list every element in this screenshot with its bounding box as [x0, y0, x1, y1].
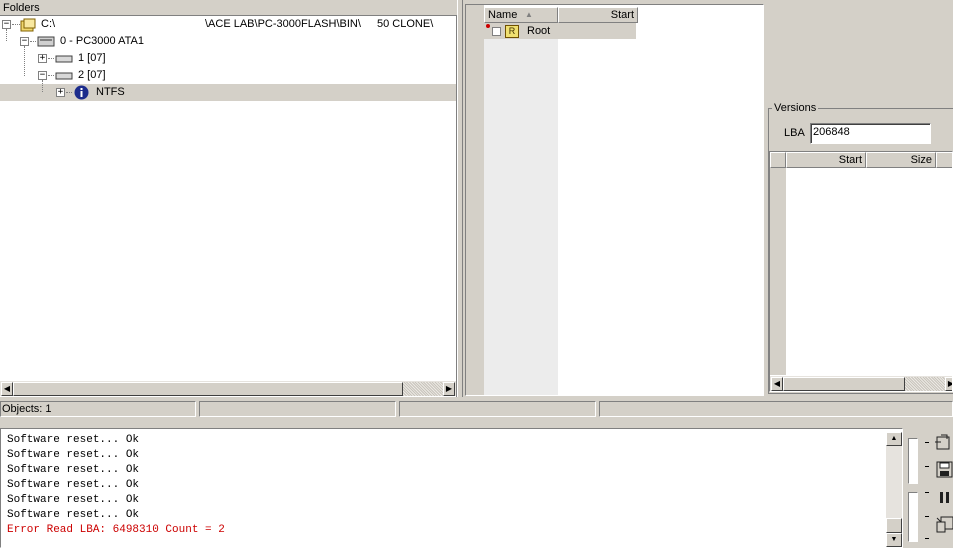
tree-item-drive-c[interactable]: − C:\ \ACE LAB\PC-3000FLASH\BIN\ 50 CLON… [0, 16, 456, 33]
root-badge-icon: R [505, 25, 519, 38]
tree-item-path-end: 50 CLONE\ [377, 18, 434, 30]
map-icon[interactable] [935, 514, 953, 534]
file-name: Root [527, 25, 551, 37]
scroll-left-icon[interactable]: ◀ [771, 377, 783, 391]
folders-header: Folders [0, 0, 457, 16]
tree-item-label: NTFS [96, 86, 125, 98]
log-panel[interactable]: Software reset... Ok Software reset... O… [0, 428, 903, 548]
log-line: Software reset... Ok [7, 494, 140, 506]
collapse-icon[interactable]: − [38, 71, 47, 80]
tree-item-pc3000-ata1[interactable]: − 0 - PC3000 ATA1 [0, 29, 456, 50]
versions-title: Versions [772, 102, 819, 114]
tree-item-partition-2[interactable]: − 2 [07] [0, 67, 456, 84]
scroll-thumb[interactable] [13, 382, 403, 396]
folders-hscrollbar[interactable]: ◀ ▶ [0, 380, 456, 396]
slider-upper[interactable] [908, 438, 918, 484]
scroll-thumb[interactable] [886, 518, 902, 533]
log-line: Software reset... Ok [7, 434, 140, 446]
collapse-icon[interactable]: − [2, 20, 11, 29]
row-checkbox[interactable] [492, 27, 501, 36]
lba-label: LBA [784, 127, 805, 139]
info-icon [74, 85, 89, 100]
folders-panel: Folders − C:\ \ACE LAB\PC-3000FLASH\BIN\… [0, 0, 457, 397]
status-bar: Objects: 1 [0, 400, 953, 418]
log-line: Software reset... Ok [7, 464, 140, 476]
versions-list[interactable]: Start Size ◀ ▶ [769, 151, 953, 392]
pause-icon[interactable] [935, 488, 953, 508]
column-start[interactable]: Start [786, 152, 866, 168]
collapse-icon[interactable]: − [20, 37, 29, 46]
sort-asc-icon: ▲ [525, 10, 533, 19]
tree-item-label: 0 - PC3000 ATA1 [60, 35, 144, 47]
hdd-icon [37, 36, 55, 47]
versions-group: Versions LBA 206848 Start Size ◀ ▶ [766, 102, 953, 394]
column-name[interactable]: Name ▲ [484, 7, 558, 23]
files-panel: Name ▲ Start R Root [465, 4, 764, 396]
expand-icon[interactable]: + [56, 88, 65, 97]
log-line: Software reset... Ok [7, 479, 140, 491]
log-error-line: Error Read LBA: 6498310 Count = 2 [7, 524, 225, 536]
scroll-down-icon[interactable]: ▼ [886, 533, 902, 547]
partition-icon [55, 55, 73, 63]
log-vscrollbar[interactable]: ▲ ▼ [886, 432, 902, 547]
log-line: Software reset... Ok [7, 449, 140, 461]
scroll-left-icon[interactable]: ◀ [1, 382, 13, 396]
tree-item-label: 2 [07] [78, 69, 106, 81]
tree-item-label: 1 [07] [78, 52, 106, 64]
status-cell-3 [399, 401, 596, 417]
scroll-thumb[interactable] [783, 377, 905, 391]
log-line: Software reset... Ok [7, 509, 140, 521]
column-size[interactable]: Size [866, 152, 936, 168]
status-cell-2 [199, 401, 396, 417]
status-objects: Objects: 1 [0, 401, 196, 417]
lba-input[interactable]: 206848 [810, 123, 931, 144]
file-row-root[interactable]: R Root [484, 23, 636, 39]
scroll-right-icon[interactable]: ▶ [945, 377, 952, 391]
panel-splitter[interactable] [457, 0, 463, 397]
scroll-up-icon[interactable]: ▲ [886, 432, 902, 446]
log-tools [903, 428, 953, 548]
tree-item-path: \ACE LAB\PC-3000FLASH\BIN\ [205, 18, 361, 30]
scroll-right-icon[interactable]: ▶ [443, 382, 455, 396]
refresh-icon[interactable] [933, 433, 953, 453]
tree-item-ntfs[interactable]: + NTFS [0, 80, 456, 101]
right-top-panel [766, 4, 953, 98]
versions-hscrollbar[interactable]: ◀ ▶ [770, 375, 952, 391]
column-start[interactable]: Start [558, 7, 638, 23]
slider-lower[interactable] [908, 492, 918, 542]
save-icon[interactable] [935, 460, 953, 480]
expand-icon[interactable]: + [38, 54, 47, 63]
tree-item-label: C:\ [41, 18, 56, 30]
tree-item-partition-1[interactable]: + 1 [07] [0, 46, 456, 76]
marker-icon [486, 24, 490, 28]
partition-icon [55, 72, 73, 80]
status-cell-4 [599, 401, 953, 417]
folder-open-icon [20, 18, 36, 32]
files-column-header: Name ▲ Start [484, 7, 638, 23]
